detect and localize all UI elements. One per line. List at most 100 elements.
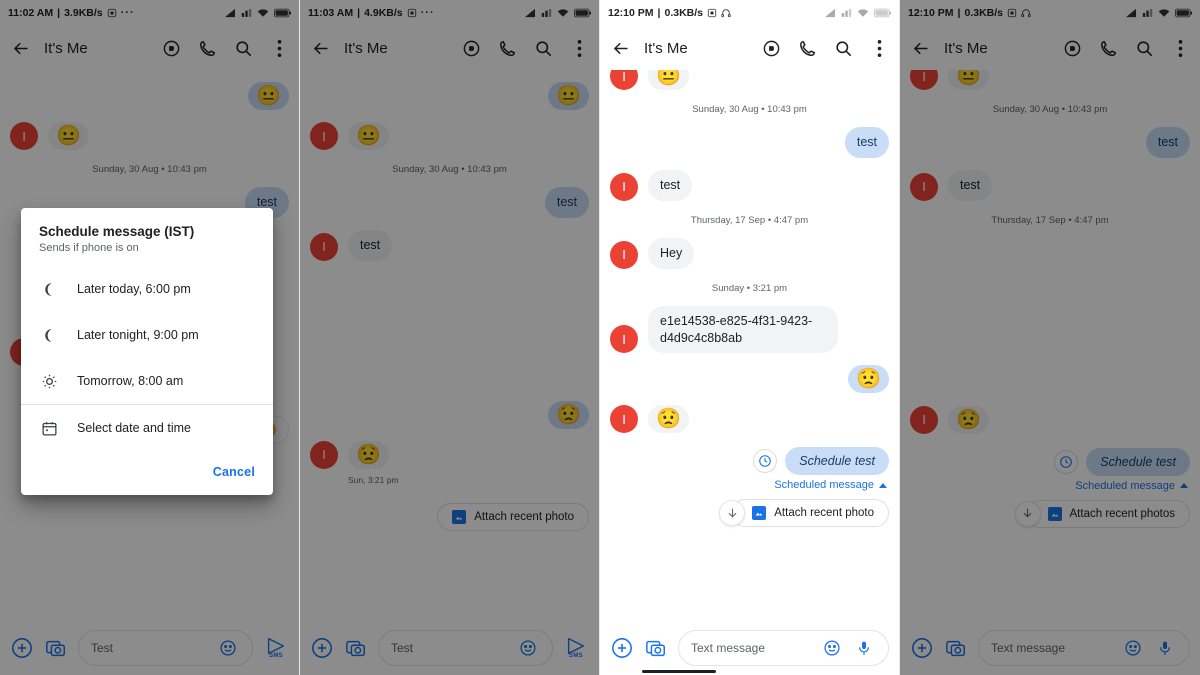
video-call-icon[interactable] [161,38,181,58]
search-icon[interactable] [833,38,853,58]
message-input-placeholder[interactable]: Text message [691,641,812,655]
message-input-text[interactable]: Test [91,641,208,655]
emoji-picker-icon[interactable] [1121,636,1145,660]
message-row[interactable]: test [310,187,589,218]
microphone-icon[interactable] [852,636,876,660]
phone-call-icon[interactable] [497,38,517,58]
scheduled-message-bubble[interactable]: Schedule test [1086,447,1190,476]
attach-suggestion-row[interactable]: Attach recent photo [610,499,889,528]
message-bubble-incoming[interactable]: 😟 [948,405,989,434]
message-bubble-incoming[interactable]: test [648,169,693,201]
message-bubble-incoming[interactable]: 😟 [648,405,689,434]
schedule-message-dialog[interactable]: Schedule message (IST) Sends if phone is… [21,208,273,495]
message-bubble-incoming[interactable]: test [948,169,993,201]
overflow-menu-icon[interactable] [869,38,889,58]
message-input-text[interactable]: Test [391,641,508,655]
search-icon[interactable] [1134,38,1154,58]
message-row[interactable]: 😟 [310,400,589,429]
emoji-picker-icon[interactable] [216,636,240,660]
back-arrow-icon[interactable] [610,38,630,58]
conversation-thread[interactable]: I 😐 Sunday, 30 Aug • 10:43 pm test I tes… [900,70,1200,675]
message-input-field[interactable]: Test [378,630,553,666]
message-bubble-incoming[interactable]: 😐 [948,70,989,90]
phone-call-icon[interactable] [797,38,817,58]
attach-suggestion-row[interactable]: Attach recent photo [310,502,589,531]
message-bubble-incoming[interactable]: 😟 [348,440,389,469]
message-composer[interactable]: Test SMS [300,621,599,675]
message-row[interactable]: 😟 [610,365,889,394]
cancel-button[interactable]: Cancel [213,465,255,479]
message-input-field[interactable]: Text message [678,630,889,666]
camera-gallery-icon[interactable] [644,636,668,660]
message-row[interactable]: I e1e14538-e825-4f31-9423-d4d9c4c8b8ab [610,305,889,354]
message-row[interactable]: I test [610,169,889,201]
message-bubble-outgoing[interactable]: 😐 [248,82,289,110]
message-bubble-outgoing[interactable]: 😟 [548,400,589,429]
message-row[interactable]: 😐 [310,82,589,110]
message-bubble-outgoing[interactable]: 😐 [548,82,589,110]
overflow-menu-icon[interactable] [1170,38,1190,58]
message-composer[interactable]: Text message [900,621,1200,675]
message-row[interactable]: I 😐 [10,122,289,150]
camera-gallery-icon[interactable] [44,636,68,660]
emoji-picker-icon[interactable] [516,636,540,660]
scheduled-message-toggle[interactable]: Scheduled message [612,479,887,491]
back-arrow-icon[interactable] [310,38,330,58]
add-attachment-icon[interactable] [10,636,34,660]
back-arrow-icon[interactable] [910,38,930,58]
message-bubble-outgoing[interactable]: test [544,187,589,218]
message-row[interactable]: I 😟 [310,440,589,469]
camera-gallery-icon[interactable] [344,636,368,660]
attach-recent-photo-chip[interactable]: Attach recent photo [437,502,589,531]
message-composer[interactable]: Text message [600,621,899,675]
camera-gallery-icon[interactable] [944,636,968,660]
message-bubble-outgoing[interactable]: test [1145,127,1190,158]
phone-call-icon[interactable] [1098,38,1118,58]
message-input-field[interactable]: Text message [978,630,1190,666]
message-row[interactable]: I test [910,169,1190,201]
scheduled-message-row[interactable]: Schedule test [610,447,889,476]
message-input-field[interactable]: Test [78,630,253,666]
message-row[interactable]: test [910,127,1190,158]
message-bubble-incoming[interactable]: 😐 [348,122,389,150]
schedule-option-tomorrow[interactable]: Tomorrow, 8:00 am [21,358,273,404]
conversation-thread[interactable]: I 😐 Sunday, 30 Aug • 10:43 pm test I tes… [600,70,899,675]
overflow-menu-icon[interactable] [269,38,289,58]
attach-recent-photo-chip[interactable]: Attach recent photo [731,499,889,528]
message-row[interactable]: 😐 [10,82,289,110]
scheduled-message-toggle[interactable]: Scheduled message [912,480,1188,492]
add-attachment-icon[interactable] [310,636,334,660]
message-bubble-outgoing[interactable]: test [844,127,889,158]
message-row[interactable]: I test [310,229,589,261]
message-row[interactable]: test [610,127,889,158]
attach-suggestion-row[interactable]: Attach recent photos [910,499,1190,528]
phone-call-icon[interactable] [197,38,217,58]
video-call-icon[interactable] [461,38,481,58]
microphone-icon[interactable] [1153,636,1177,660]
message-row[interactable]: I Hey [610,237,889,269]
message-bubble-incoming[interactable]: Hey [648,237,695,269]
overflow-menu-icon[interactable] [569,38,589,58]
message-bubble-incoming[interactable]: 😐 [48,122,89,150]
schedule-option-later-today[interactable]: Later today, 6:00 pm [21,266,273,312]
download-icon[interactable] [1014,500,1041,527]
add-attachment-icon[interactable] [610,636,634,660]
emoji-picker-icon[interactable] [820,636,844,660]
message-bubble-incoming[interactable]: 😐 [648,70,689,90]
message-bubble-incoming[interactable]: e1e14538-e825-4f31-9423-d4d9c4c8b8ab [648,305,838,354]
message-row[interactable]: I 😐 [610,70,889,90]
message-bubble-incoming[interactable]: test [348,229,393,261]
send-sms-button[interactable]: SMS [263,637,289,659]
search-icon[interactable] [533,38,553,58]
search-icon[interactable] [233,38,253,58]
send-sms-button[interactable]: SMS [563,637,589,659]
video-call-icon[interactable] [1062,38,1082,58]
scheduled-message-row[interactable]: Schedule test [910,447,1190,476]
message-row[interactable]: I 😟 [910,405,1190,434]
back-arrow-icon[interactable] [10,38,30,58]
add-attachment-icon[interactable] [910,636,934,660]
scheduled-message-bubble[interactable]: Schedule test [785,447,889,476]
schedule-option-later-tonight[interactable]: Later tonight, 9:00 pm [21,312,273,358]
conversation-thread[interactable]: 😐 I 😐 Sunday, 30 Aug • 10:43 pm test I t… [300,70,599,675]
schedule-option-select-date-time[interactable]: Select date and time [21,405,273,451]
